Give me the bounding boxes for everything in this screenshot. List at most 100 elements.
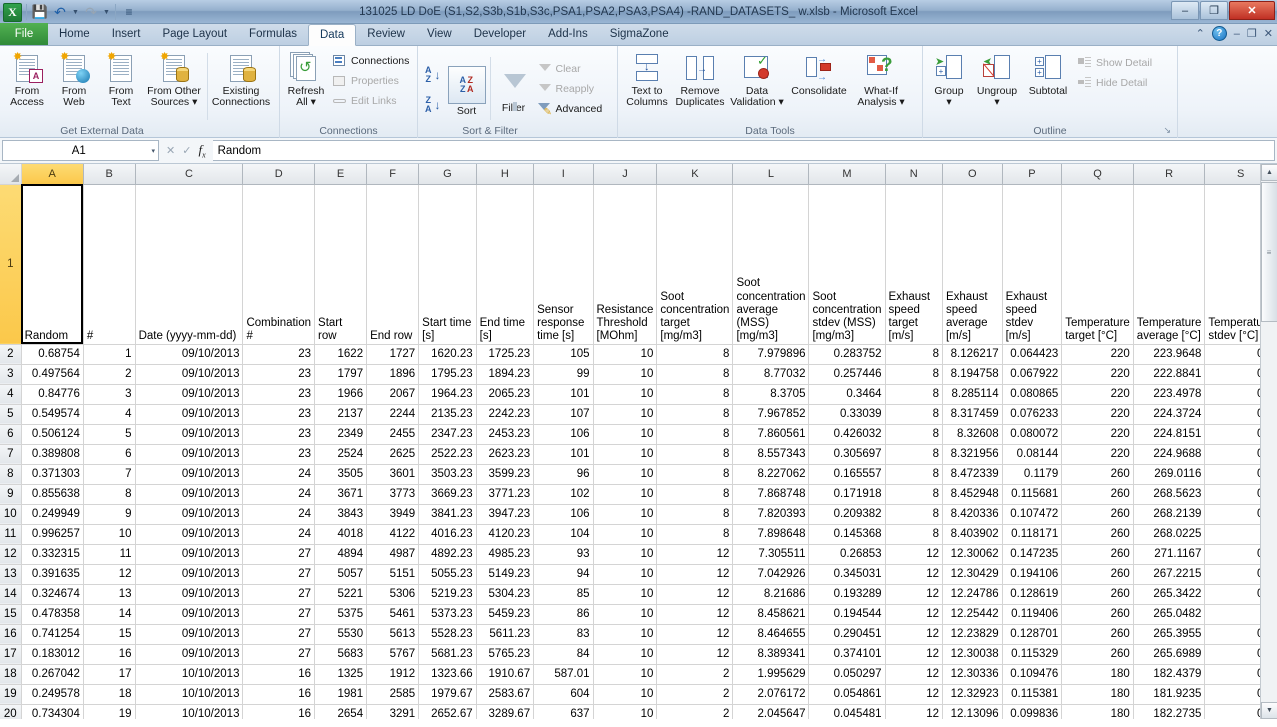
cell-f7[interactable]: 2625 <box>366 444 420 465</box>
table-row[interactable]: 14 0.324674 13 09/10/2013 27 5221 5306 5219.23 5… <box>0 584 1277 605</box>
table-row[interactable]: 20 0.734304 19 10/10/2013 16 2654 3291 2652.67 3… <box>0 704 1277 719</box>
row-header-8[interactable]: 8 <box>0 464 22 485</box>
cell-p10[interactable]: 0.107472 <box>1002 504 1063 525</box>
enter-formula-icon[interactable]: ✓ <box>182 144 191 157</box>
clear-filter-button[interactable]: Clear <box>534 59 606 79</box>
cell-h3[interactable]: 1894.23 <box>476 364 535 385</box>
cell-f17[interactable]: 5767 <box>366 644 420 665</box>
cell-p17[interactable]: 0.115329 <box>1002 644 1063 665</box>
minimize-workbook-icon[interactable]: – <box>1234 28 1240 40</box>
window-controls[interactable]: – ❐ ✕ <box>1171 1 1275 20</box>
cell-r14[interactable]: 265.3422 <box>1133 584 1206 605</box>
from-web-button[interactable]: ✸ From Web <box>51 49 97 108</box>
what-if-analysis-button[interactable]: ? What-If Analysis ▾ <box>852 49 910 108</box>
row-header-5[interactable]: 5 <box>0 404 22 425</box>
reapply-filter-button[interactable]: Reapply <box>534 79 606 99</box>
cell-l14[interactable]: 8.21686 <box>732 584 810 605</box>
cell-r19[interactable]: 181.9235 <box>1133 684 1206 705</box>
column-header-j[interactable]: J <box>593 164 658 185</box>
cell-l17[interactable]: 8.389341 <box>732 644 810 665</box>
cell-o8[interactable]: 8.472339 <box>942 464 1003 485</box>
cell-g20[interactable]: 2652.67 <box>418 704 477 719</box>
cell-n6[interactable]: 8 <box>885 424 943 445</box>
header-cell-h[interactable]: End time [s] <box>476 184 535 345</box>
cell-a14[interactable]: 0.324674 <box>21 584 84 605</box>
cell-h2[interactable]: 1725.23 <box>476 344 535 365</box>
cell-r13[interactable]: 267.2215 <box>1133 564 1206 585</box>
cell-j15[interactable]: 10 <box>593 604 658 625</box>
cell-j9[interactable]: 10 <box>593 484 658 505</box>
tab-file[interactable]: File <box>0 23 48 45</box>
cell-p18[interactable]: 0.109476 <box>1002 664 1063 685</box>
cell-b4[interactable]: 3 <box>83 384 136 405</box>
table-row[interactable]: 8 0.371303 7 09/10/2013 24 3505 3601 3503.23 359… <box>0 464 1277 485</box>
cell-i4[interactable]: 101 <box>533 384 594 405</box>
cell-o9[interactable]: 8.452948 <box>942 484 1003 505</box>
cell-e5[interactable]: 2137 <box>314 404 368 425</box>
cell-b9[interactable]: 8 <box>83 484 136 505</box>
cell-a5[interactable]: 0.549574 <box>21 404 84 425</box>
cell-f6[interactable]: 2455 <box>366 424 420 445</box>
column-header-g[interactable]: G <box>418 164 477 185</box>
cell-f4[interactable]: 2067 <box>366 384 420 405</box>
table-row[interactable]: 4 0.84776 3 09/10/2013 23 1966 2067 1964.23 2065… <box>0 384 1277 405</box>
cell-k6[interactable]: 8 <box>656 424 734 445</box>
selected-cell-a1[interactable]: Random <box>21 184 84 345</box>
cell-i6[interactable]: 106 <box>533 424 594 445</box>
cell-p9[interactable]: 0.115681 <box>1002 484 1063 505</box>
cell-j12[interactable]: 10 <box>593 544 658 565</box>
header-cell-c[interactable]: Date (yyyy-mm-dd) <box>135 184 244 345</box>
cell-b2[interactable]: 1 <box>83 344 136 365</box>
header-cell-q[interactable]: Temperature target [°C] <box>1061 184 1134 345</box>
cell-f16[interactable]: 5613 <box>366 624 420 645</box>
cell-n18[interactable]: 12 <box>885 664 943 685</box>
cell-h12[interactable]: 4985.23 <box>476 544 535 565</box>
cell-a19[interactable]: 0.249578 <box>21 684 84 705</box>
cell-k9[interactable]: 8 <box>656 484 734 505</box>
cell-j6[interactable]: 10 <box>593 424 658 445</box>
cell-o14[interactable]: 12.24786 <box>942 584 1003 605</box>
cell-n14[interactable]: 12 <box>885 584 943 605</box>
sheet-table[interactable]: ABCDEFGHIJKLMNOPQRS 1 Random # Date (yyyy-m… <box>0 164 1277 719</box>
column-header-row[interactable]: ABCDEFGHIJKLMNOPQRS <box>0 164 1277 185</box>
cell-l11[interactable]: 7.898648 <box>732 524 810 545</box>
cell-i8[interactable]: 96 <box>533 464 594 485</box>
cell-n19[interactable]: 12 <box>885 684 943 705</box>
cell-a15[interactable]: 0.478358 <box>21 604 84 625</box>
cell-q9[interactable]: 260 <box>1061 484 1134 505</box>
cell-d17[interactable]: 27 <box>242 644 316 665</box>
row-header-20[interactable]: 20 <box>0 704 22 719</box>
cell-h18[interactable]: 1910.67 <box>476 664 535 685</box>
spreadsheet-grid[interactable]: ABCDEFGHIJKLMNOPQRS 1 Random # Date (yyyy-m… <box>0 164 1277 719</box>
cell-a9[interactable]: 0.855638 <box>21 484 84 505</box>
cell-m6[interactable]: 0.426032 <box>808 424 886 445</box>
cell-j3[interactable]: 10 <box>593 364 658 385</box>
scroll-up-button[interactable]: ▲ <box>1261 164 1277 181</box>
cell-q18[interactable]: 180 <box>1061 664 1134 685</box>
cell-f9[interactable]: 3773 <box>366 484 420 505</box>
cell-j19[interactable]: 10 <box>593 684 658 705</box>
row-header-4[interactable]: 4 <box>0 384 22 405</box>
formula-bar[interactable]: A1 ▾ ✕ ✓ fx Random <box>0 138 1277 164</box>
cell-g15[interactable]: 5373.23 <box>418 604 477 625</box>
cell-m4[interactable]: 0.3464 <box>808 384 886 405</box>
cell-o13[interactable]: 12.30429 <box>942 564 1003 585</box>
cell-e2[interactable]: 1622 <box>314 344 368 365</box>
cell-l20[interactable]: 2.045647 <box>732 704 810 719</box>
ribbon-tab-strip[interactable]: File Home Insert Page Layout Formulas Da… <box>0 23 1277 46</box>
consolidate-button[interactable]: → → Consolidate <box>787 49 851 97</box>
cell-a18[interactable]: 0.267042 <box>21 664 84 685</box>
cell-h19[interactable]: 2583.67 <box>476 684 535 705</box>
sort-ascending-button[interactable]: AZ ↓ <box>422 62 444 88</box>
cell-m11[interactable]: 0.145368 <box>808 524 886 545</box>
cell-g16[interactable]: 5528.23 <box>418 624 477 645</box>
cell-a4[interactable]: 0.84776 <box>21 384 84 405</box>
cell-c8[interactable]: 09/10/2013 <box>135 464 244 485</box>
column-header-n[interactable]: N <box>885 164 943 185</box>
cell-l4[interactable]: 8.3705 <box>732 384 810 405</box>
cell-n7[interactable]: 8 <box>885 444 943 465</box>
cell-e13[interactable]: 5057 <box>314 564 368 585</box>
cell-c10[interactable]: 09/10/2013 <box>135 504 244 525</box>
cell-i5[interactable]: 107 <box>533 404 594 425</box>
cell-b12[interactable]: 11 <box>83 544 136 565</box>
